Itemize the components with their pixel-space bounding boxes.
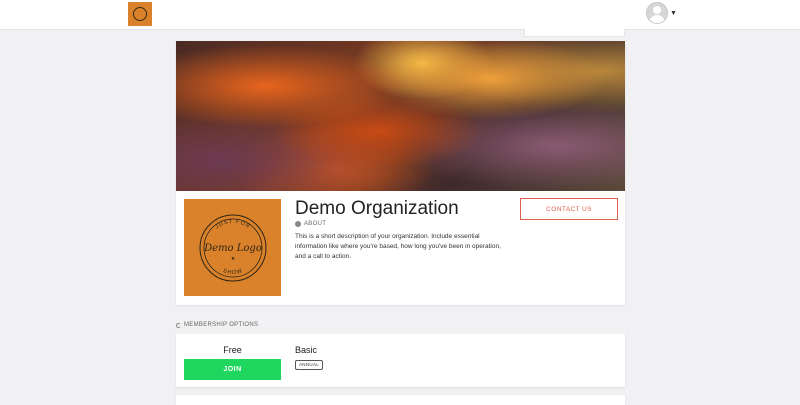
refresh-icon	[176, 322, 181, 328]
membership-plan-name: Basic	[295, 345, 318, 355]
logo-ring	[133, 7, 147, 21]
logo-star-icon: ★	[230, 256, 235, 262]
cover-banner-image	[176, 41, 625, 191]
logo-top-text: JUST FOR	[214, 218, 251, 230]
membership-section-header: MEMBERSHIP OPTIONS	[176, 322, 258, 328]
organization-profile-card: JUST FOR Demo Logo ★ SHOW Demo Organizat…	[176, 41, 625, 305]
user-avatar-icon[interactable]	[646, 2, 668, 24]
join-button[interactable]: JOIN	[184, 359, 281, 380]
organization-description: This is a short description of your orga…	[295, 233, 501, 260]
info-icon	[295, 221, 301, 227]
user-menu[interactable]: ▼	[646, 1, 677, 25]
about-label: ABOUT	[304, 221, 327, 227]
partial-panel-tab	[524, 29, 625, 37]
demo-logo-badge: JUST FOR Demo Logo ★ SHOW	[199, 214, 266, 281]
logo-bottom-text: SHOW	[222, 267, 244, 275]
membership-section-title: MEMBERSHIP OPTIONS	[184, 322, 259, 328]
billing-period-badge: ANNUAL	[295, 360, 324, 370]
about-heading: ABOUT	[295, 221, 326, 227]
contact-us-button[interactable]: CONTACT US	[520, 198, 618, 220]
next-membership-card-partial	[176, 395, 625, 405]
membership-option-card: Free JOIN Basic ANNUAL	[176, 334, 625, 387]
logo-main-text: Demo Logo	[203, 243, 262, 254]
organization-logo-icon[interactable]	[128, 2, 152, 26]
membership-price: Free	[223, 345, 242, 355]
organization-name: Demo Organization	[295, 198, 459, 219]
organization-logo-image: JUST FOR Demo Logo ★ SHOW	[184, 199, 281, 296]
caret-down-icon[interactable]: ▼	[670, 10, 677, 17]
top-navigation-bar: ▼	[0, 0, 800, 30]
